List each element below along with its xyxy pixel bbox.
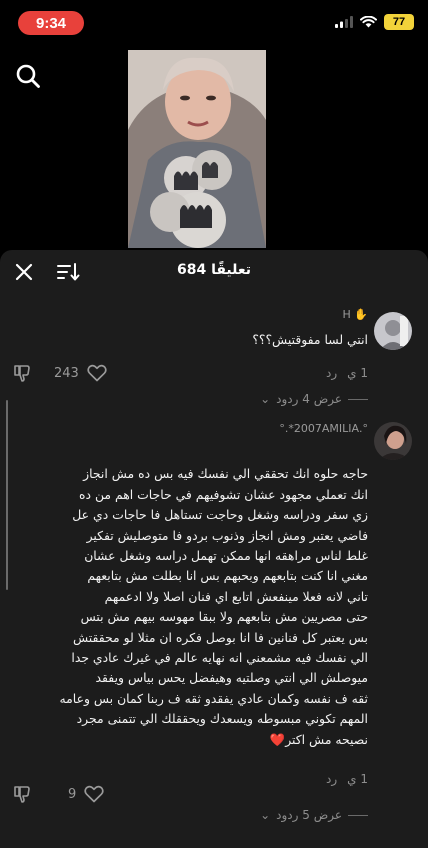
status-time: 9:34 bbox=[18, 11, 84, 35]
status-icons: 77 bbox=[335, 14, 414, 30]
dislike-button[interactable] bbox=[12, 363, 32, 383]
comments-count-title: 684 تعليقًا bbox=[176, 262, 252, 278]
thumbs-down-icon bbox=[14, 786, 30, 803]
heart-emoji-icon: ❤️ bbox=[269, 731, 286, 747]
avatar-image bbox=[374, 312, 412, 350]
like-button[interactable] bbox=[87, 364, 107, 382]
avatar[interactable] bbox=[374, 422, 412, 460]
comment-text: حاجه حلوه انك تحققي الي نفسك فيه بس ده م… bbox=[59, 466, 368, 747]
username-icon: ✋ bbox=[354, 308, 368, 321]
like-count: 9 bbox=[68, 786, 77, 802]
signal-icon bbox=[335, 16, 353, 28]
search-button[interactable] bbox=[14, 62, 42, 90]
like-count: 243 bbox=[54, 365, 79, 381]
view-replies-button[interactable]: عرض 4 ردود ⌄ bbox=[260, 392, 368, 406]
reply-button[interactable]: رد bbox=[326, 772, 337, 786]
heart-icon bbox=[84, 785, 104, 803]
video-thumbnail[interactable] bbox=[128, 50, 266, 248]
dislike-button[interactable] bbox=[12, 784, 32, 804]
like-group: 9 bbox=[12, 784, 104, 804]
thumbs-down-icon bbox=[14, 365, 30, 382]
view-replies-button[interactable]: عرض 5 ردود ⌄ bbox=[260, 808, 368, 822]
comment-text: انتي لسا مفوقتيش؟؟؟ bbox=[252, 332, 368, 347]
chevron-down-icon: ⌄ bbox=[260, 808, 271, 822]
avatar[interactable] bbox=[374, 312, 412, 350]
chevron-down-icon: ⌄ bbox=[260, 392, 271, 406]
comments-header: 684 تعليقًا bbox=[0, 250, 428, 294]
comment-meta: 1 ي رد bbox=[326, 772, 368, 786]
comment-time: 1 ي bbox=[347, 366, 368, 380]
scrollbar[interactable] bbox=[6, 400, 8, 590]
heart-icon bbox=[87, 364, 107, 382]
divider bbox=[348, 814, 368, 816]
avatar-image bbox=[374, 422, 412, 460]
comment-meta: 1 ي رد bbox=[326, 366, 368, 380]
comment-username[interactable]: ✋ H bbox=[343, 308, 368, 321]
video-frame-image bbox=[128, 50, 266, 248]
comment-username[interactable]: °.2007AMILIA*.° bbox=[279, 422, 368, 435]
like-group: 243 bbox=[12, 363, 107, 383]
comment-time: 1 ي bbox=[347, 772, 368, 786]
wifi-icon bbox=[360, 16, 377, 28]
search-icon bbox=[16, 64, 40, 88]
comments-sheet: 684 تعليقًا ✋ H انتي لسا مفوقتيش؟؟؟ 1 ي … bbox=[0, 250, 428, 848]
like-button[interactable] bbox=[84, 785, 104, 803]
divider bbox=[348, 398, 368, 400]
reply-button[interactable]: رد bbox=[326, 366, 337, 380]
battery-indicator: 77 bbox=[384, 14, 414, 30]
